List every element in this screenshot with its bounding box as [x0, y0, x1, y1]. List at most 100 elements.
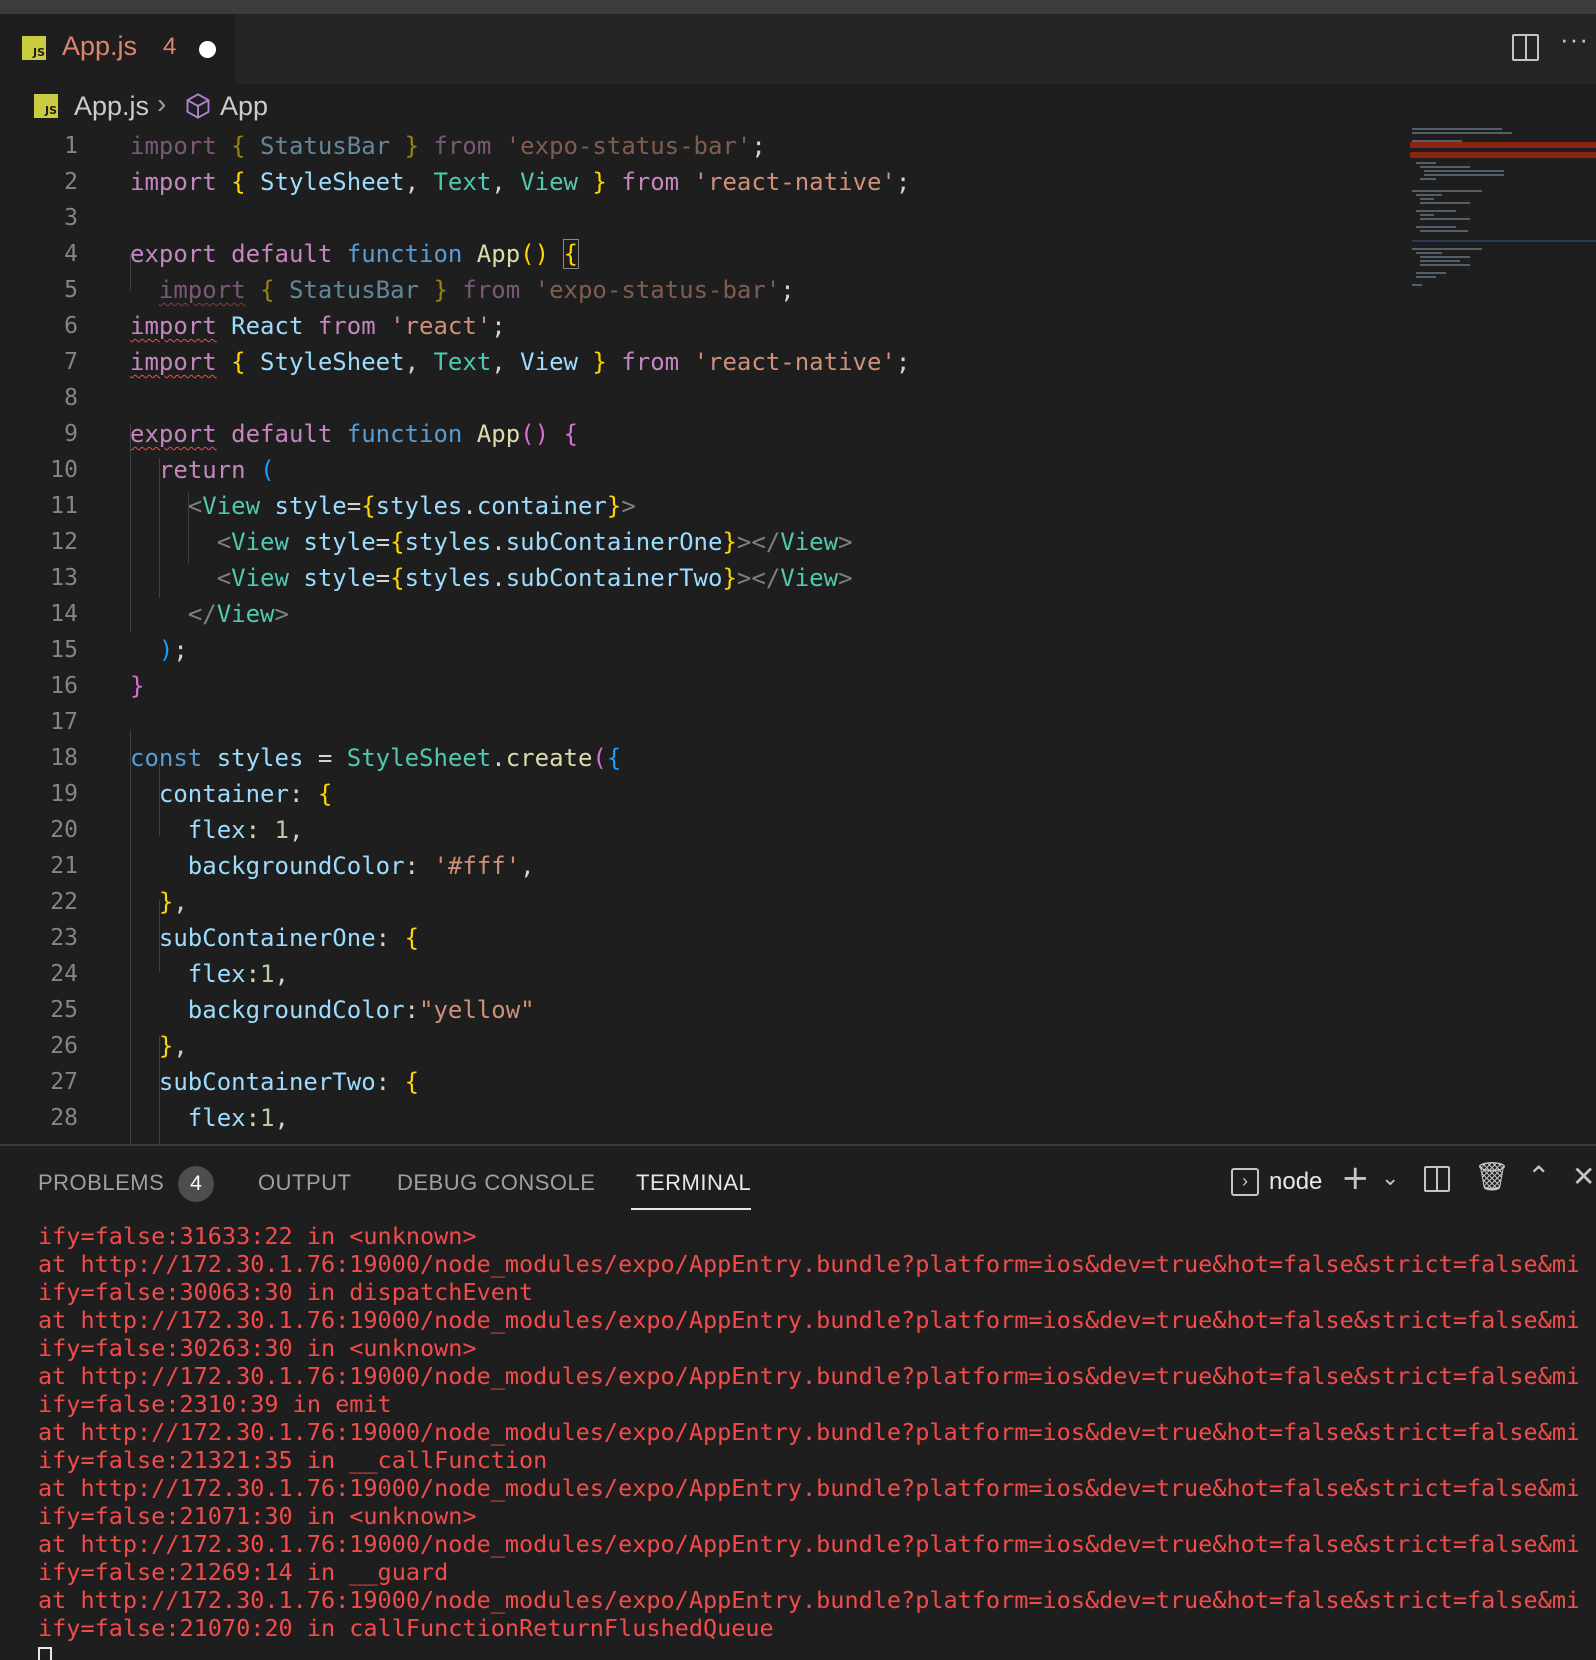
split-terminal-icon[interactable]: [1424, 1166, 1450, 1192]
code-token: <: [216, 564, 232, 592]
code-line[interactable]: 26 },: [0, 1028, 1400, 1064]
code-token: 'react': [390, 312, 492, 340]
minimap[interactable]: [1402, 128, 1596, 318]
terminal-line: at http://172.30.1.76:19000/node_modules…: [38, 1586, 1578, 1614]
code-editor[interactable]: 1 import { StatusBar } from 'expo-status-…: [0, 128, 1596, 1144]
breadcrumb-symbol[interactable]: App: [220, 91, 268, 122]
close-panel-icon[interactable]: ✕: [1572, 1160, 1595, 1193]
terminal-name[interactable]: node: [1269, 1168, 1322, 1196]
tab-problems[interactable]: PROBLEMS: [38, 1170, 164, 1196]
code-text[interactable]: }: [130, 668, 144, 704]
code-token: export: [130, 420, 217, 448]
more-actions-icon[interactable]: ···: [1560, 24, 1589, 55]
split-editor-icon[interactable]: [1512, 34, 1539, 61]
code-line[interactable]: 19 container: {: [0, 776, 1400, 812]
tab-output[interactable]: OUTPUT: [258, 1170, 351, 1196]
editor-tab-app-js[interactable]: JS App.js 4: [0, 14, 235, 84]
code-line[interactable]: 17: [0, 704, 1400, 740]
code-text[interactable]: </View>: [130, 596, 289, 632]
code-token: >: [838, 528, 853, 556]
code-line[interactable]: 28 flex:1,: [0, 1100, 1400, 1136]
line-number: 2: [64, 169, 78, 195]
code-line[interactable]: 9 export default function App() {: [0, 416, 1400, 452]
code-token: }: [592, 168, 607, 196]
code-line[interactable]: 22 },: [0, 884, 1400, 920]
code-text[interactable]: import React from 'react';: [130, 308, 506, 344]
tab-debug-console[interactable]: DEBUG CONSOLE: [397, 1170, 595, 1196]
code-token: ,: [520, 852, 535, 880]
code-token: 1: [274, 816, 289, 844]
tab-problem-count: 4: [163, 33, 177, 60]
code-text[interactable]: flex: 1,: [130, 812, 304, 848]
code-line[interactable]: 16}: [0, 668, 1400, 704]
code-line[interactable]: 4 export default function App() {: [0, 236, 1400, 272]
code-line[interactable]: 13 <View style={styles.subContainerTwo}>…: [0, 560, 1400, 596]
code-text[interactable]: container: {: [130, 776, 332, 812]
code-text[interactable]: backgroundColor:"yellow": [130, 992, 535, 1028]
code-line[interactable]: 7 import { StyleSheet, Text, View } from …: [0, 344, 1400, 380]
maximize-panel-icon[interactable]: ⌃: [1527, 1160, 1550, 1193]
code-line[interactable]: 3: [0, 200, 1400, 236]
code-line[interactable]: 24 flex:1,: [0, 956, 1400, 992]
code-text[interactable]: );: [130, 632, 188, 668]
code-line[interactable]: 2 import { StyleSheet, Text, View } from …: [0, 164, 1400, 200]
code-text[interactable]: const styles = StyleSheet.create({: [130, 740, 621, 776]
line-number: 10: [50, 457, 78, 483]
trash-icon[interactable]: 🗑: [1474, 1160, 1510, 1193]
code-line[interactable]: 5 import { StatusBar } from 'expo-status…: [0, 272, 1400, 308]
code-token: from: [303, 312, 391, 340]
code-text[interactable]: return (: [130, 452, 275, 488]
code-line[interactable]: 15 );: [0, 632, 1400, 668]
code-token: StyleSheet: [346, 744, 492, 772]
code-line[interactable]: 8: [0, 380, 1400, 416]
code-text[interactable]: export default function App() {: [130, 236, 580, 272]
code-token: <: [216, 528, 232, 556]
code-text[interactable]: <View style={styles.subContainerTwo}></V…: [130, 560, 853, 596]
tab-terminal[interactable]: TERMINAL: [636, 1170, 751, 1196]
code-line[interactable]: 1 import { StatusBar } from 'expo-status-…: [0, 128, 1400, 164]
code-line[interactable]: 6 import React from 'react';: [0, 308, 1400, 344]
code-text[interactable]: subContainerOne: {: [130, 920, 419, 956]
code-text[interactable]: import { StyleSheet, Text, View } from '…: [130, 164, 910, 200]
code-token: "yellow": [419, 996, 535, 1024]
breadcrumb-file[interactable]: App.js: [74, 91, 149, 122]
code-token: (: [592, 744, 607, 772]
code-text[interactable]: import { StyleSheet, Text, View } from '…: [130, 344, 910, 380]
line-number: 6: [64, 313, 78, 339]
line-number: 3: [64, 205, 78, 231]
code-text[interactable]: flex:1,: [130, 1100, 289, 1136]
terminal-icon[interactable]: ›: [1231, 1168, 1259, 1196]
terminal-output[interactable]: ify=false:31633:22 in <unknown> at http:/…: [38, 1222, 1578, 1660]
add-terminal-icon[interactable]: +: [1341, 1158, 1370, 1198]
code-line[interactable]: 21 backgroundColor: '#fff',: [0, 848, 1400, 884]
code-text[interactable]: export default function App() {: [130, 416, 578, 452]
code-token: backgroundColor: [187, 996, 405, 1024]
code-text[interactable]: import { StatusBar } from 'expo-status-b…: [130, 128, 766, 164]
line-number: 14: [50, 601, 78, 627]
code-text[interactable]: <View style={styles.subContainerOne}></V…: [130, 524, 853, 560]
code-token: ;: [173, 636, 188, 664]
code-token: =: [375, 528, 391, 556]
code-line[interactable]: 18 const styles = StyleSheet.create({: [0, 740, 1400, 776]
javascript-file-icon: JS: [22, 36, 46, 60]
chevron-down-icon[interactable]: ⌄: [1381, 1166, 1399, 1191]
code-text[interactable]: flex:1,: [130, 956, 289, 992]
problems-count-badge: 4: [178, 1166, 214, 1202]
code-text[interactable]: import { StatusBar } from 'expo-status-b…: [130, 272, 795, 308]
code-line[interactable]: 27 subContainerTwo: {: [0, 1064, 1400, 1100]
code-line[interactable]: 20 flex: 1,: [0, 812, 1400, 848]
code-text[interactable]: <View style={styles.container}>: [130, 488, 636, 524]
code-token: App: [476, 420, 521, 448]
code-line[interactable]: 11 <View style={styles.container}>: [0, 488, 1400, 524]
code-token: React: [231, 312, 304, 340]
code-text[interactable]: backgroundColor: '#fff',: [130, 848, 535, 884]
code-token: {: [390, 564, 405, 592]
code-line[interactable]: 25 backgroundColor:"yellow": [0, 992, 1400, 1028]
unsaved-dot-icon[interactable]: [199, 41, 216, 58]
code-line[interactable]: 14 </View>: [0, 596, 1400, 632]
code-line[interactable]: 10 return (: [0, 452, 1400, 488]
code-line[interactable]: 12 <View style={styles.subContainerOne}>…: [0, 524, 1400, 560]
code-line[interactable]: 23 subContainerOne: {: [0, 920, 1400, 956]
code-text[interactable]: subContainerTwo: {: [130, 1064, 419, 1100]
